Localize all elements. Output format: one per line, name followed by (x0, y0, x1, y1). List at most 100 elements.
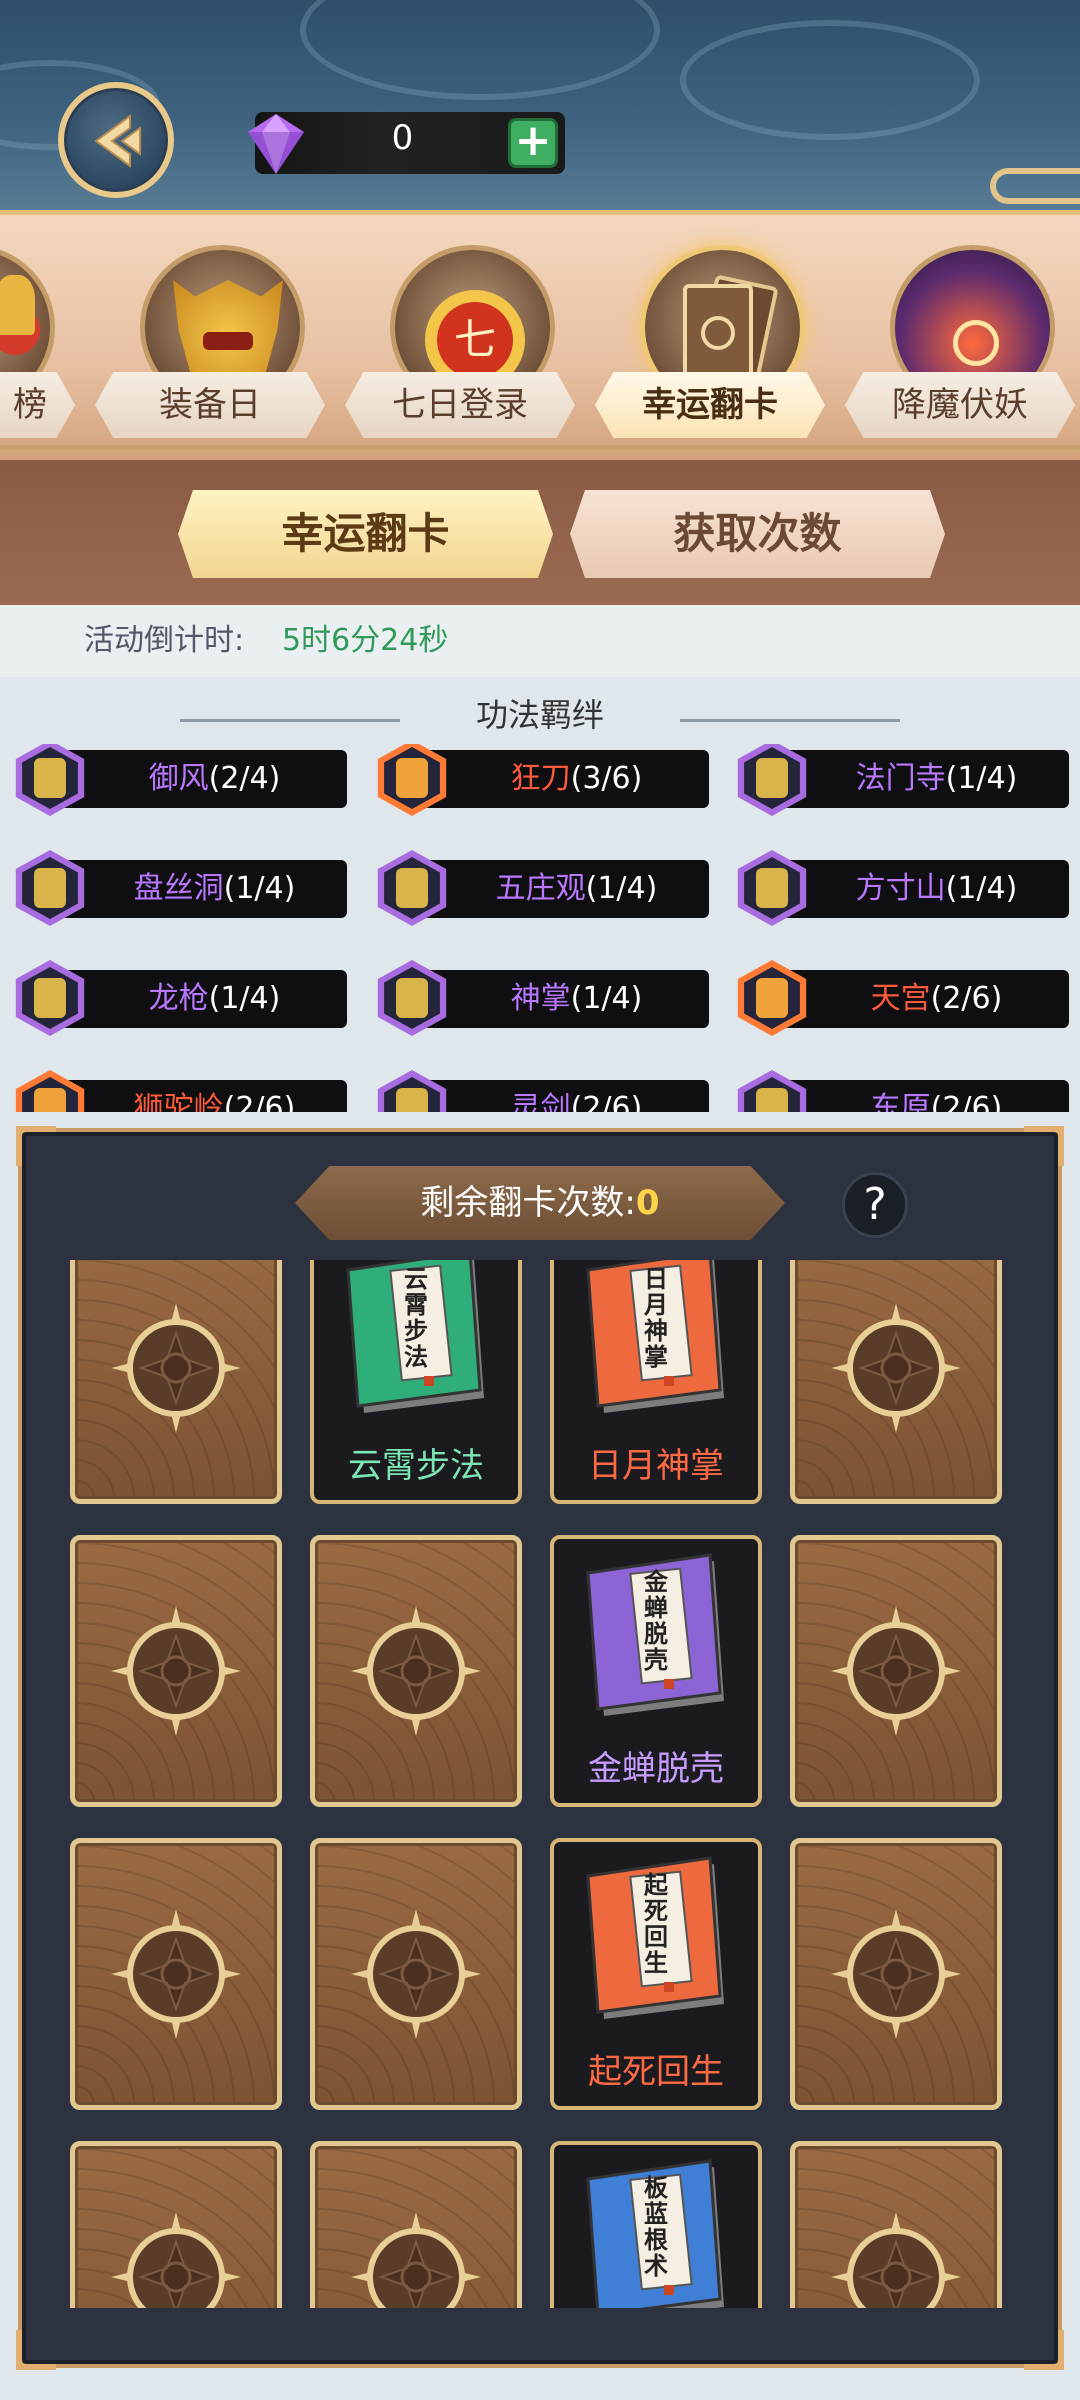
diamond-icon (248, 114, 304, 174)
card-grid: 云霄步法云霄步法日月神掌日月神掌金蝉脱壳金蝉脱壳起死回生起死回生板蓝根术板蓝根术 (40, 1260, 1040, 2308)
bond-item[interactable]: 五庄观(1/4) (374, 850, 709, 926)
bond-item[interactable]: 天宫(2/6) (734, 960, 1069, 1036)
revealed-card[interactable]: 金蝉脱壳 金蝉脱壳 (550, 1535, 762, 1807)
card-label: 金蝉脱壳 (588, 1749, 724, 1789)
bond-bar: 东原(2/6) (764, 1080, 1069, 1112)
corner-decoration (16, 2330, 56, 2370)
cloud-decoration (680, 20, 980, 140)
compass-emblem-icon (831, 1606, 961, 1736)
compass-emblem-icon (111, 1606, 241, 1736)
bond-name: 东原 (870, 1091, 931, 1112)
bond-name: 法门寺 (855, 761, 946, 796)
help-button[interactable]: ? (842, 1172, 908, 1238)
card-label: 日月神掌 (588, 1446, 724, 1486)
face-down-card[interactable] (310, 2141, 522, 2308)
face-down-card[interactable] (310, 1838, 522, 2110)
bond-bar: 神掌(1/4) (404, 970, 709, 1028)
tab-equipment-day[interactable]: 装备日 (95, 215, 325, 455)
bond-item[interactable]: 狂刀(3/6) (374, 744, 709, 816)
bond-name: 狮驼岭 (133, 1091, 224, 1112)
tab-lucky-flip[interactable]: 幸运翻卡 (595, 215, 825, 455)
bond-item[interactable]: 御风(2/4) (12, 744, 347, 816)
countdown-value: 5时6分24秒 (282, 623, 449, 658)
bond-item[interactable]: 灵剑(2/6) (374, 1070, 709, 1112)
back-button[interactable] (58, 82, 174, 198)
back-arrow-icon (94, 114, 141, 168)
bond-bar: 狂刀(3/6) (404, 750, 709, 808)
face-down-card[interactable] (310, 1535, 522, 1807)
bond-name: 神掌 (510, 981, 571, 1016)
subtab-get-count[interactable]: 获取次数 (570, 490, 945, 578)
subtab-lucky-flip[interactable]: 幸运翻卡 (178, 490, 553, 578)
tab-ranking[interactable]: 榜 (0, 215, 75, 455)
face-down-card[interactable] (790, 2141, 1002, 2308)
face-down-card[interactable] (790, 1838, 1002, 2110)
bond-item[interactable]: 狮驼岭(2/6) (12, 1070, 347, 1112)
remaining-value: 0 (635, 1183, 660, 1223)
bond-item[interactable]: 盘丝洞(1/4) (12, 850, 347, 926)
bond-name: 五庄观 (495, 871, 586, 906)
face-down-card[interactable] (70, 1535, 282, 1807)
bond-bar: 龙枪(1/4) (42, 970, 347, 1028)
bond-name: 狂刀 (510, 761, 571, 796)
remaining-label: 剩余翻卡次数: (420, 1183, 636, 1223)
book-title: 起死回生 (644, 1871, 668, 1977)
scroll-icon (737, 1070, 807, 1112)
bond-count: (2/4) (208, 761, 281, 796)
face-down-card[interactable] (790, 1260, 1002, 1504)
tab-label: 榜 (0, 372, 75, 438)
add-gem-button[interactable]: + (508, 118, 558, 168)
tab-label: 幸运翻卡 (595, 372, 825, 438)
bond-item[interactable]: 方寸山(1/4) (734, 850, 1069, 926)
face-down-card[interactable] (70, 1838, 282, 2110)
compass-emblem-icon (351, 1909, 481, 2039)
bond-name: 天宫 (870, 981, 931, 1016)
face-down-card[interactable] (70, 2141, 282, 2308)
revealed-card[interactable]: 云霄步法 云霄步法 (310, 1260, 522, 1504)
bond-bar: 狮驼岭(2/6) (42, 1080, 347, 1112)
card-label: 云霄步法 (348, 1446, 484, 1486)
tab-label: 七日登录 (345, 372, 575, 438)
bond-count: (1/4) (208, 981, 281, 1016)
bond-count: (1/4) (223, 871, 296, 906)
compass-emblem-icon (351, 1606, 481, 1736)
face-down-card[interactable] (70, 1260, 282, 1504)
swirl-decoration (990, 168, 1080, 204)
compass-emblem-icon (831, 2212, 961, 2308)
bond-bar: 天宫(2/6) (764, 970, 1069, 1028)
revealed-card[interactable]: 起死回生 起死回生 (550, 1838, 762, 2110)
revealed-card[interactable]: 日月神掌 日月神掌 (550, 1260, 762, 1504)
bond-item[interactable]: 神掌(1/4) (374, 960, 709, 1036)
bond-count: (2/6) (570, 1091, 643, 1112)
tab-label: 装备日 (95, 372, 325, 438)
bond-name: 龙枪 (148, 981, 209, 1016)
book-title: 金蝉脱壳 (644, 1568, 668, 1674)
gem-count: 0 (391, 118, 414, 158)
bond-bar: 法门寺(1/4) (764, 750, 1069, 808)
bond-name: 御风 (148, 761, 209, 796)
corner-decoration (1024, 2330, 1064, 2370)
card-label: 起死回生 (588, 2052, 724, 2092)
bond-item[interactable]: 龙枪(1/4) (12, 960, 347, 1036)
bond-count: (3/6) (570, 761, 643, 796)
compass-emblem-icon (831, 1303, 961, 1433)
bond-bar: 五庄观(1/4) (404, 860, 709, 918)
bond-count: (2/6) (930, 981, 1003, 1016)
bond-bar: 灵剑(2/6) (404, 1080, 709, 1112)
bonds-title: 功法羁绊 (475, 696, 604, 734)
book-title: 板蓝根术 (644, 2174, 668, 2280)
book-title: 云霄步法 (404, 1265, 428, 1371)
face-down-card[interactable] (790, 1535, 1002, 1807)
tab-seven-day-login[interactable]: 七 七日登录 (345, 215, 575, 455)
bond-name: 盘丝洞 (133, 871, 224, 906)
book-title: 日月神掌 (644, 1265, 668, 1371)
tab-demon-subduing[interactable]: 降魔伏妖 (845, 215, 1075, 455)
bond-bar: 方寸山(1/4) (764, 860, 1069, 918)
bond-name: 灵剑 (510, 1091, 571, 1112)
bond-item[interactable]: 法门寺(1/4) (734, 744, 1069, 816)
revealed-card[interactable]: 板蓝根术板蓝根术 (550, 2141, 762, 2308)
bond-item[interactable]: 东原(2/6) (734, 1070, 1069, 1112)
tab-label: 降魔伏妖 (845, 372, 1075, 438)
subtab-area: 幸运翻卡 获取次数 (0, 460, 1080, 605)
compass-emblem-icon (831, 1909, 961, 2039)
